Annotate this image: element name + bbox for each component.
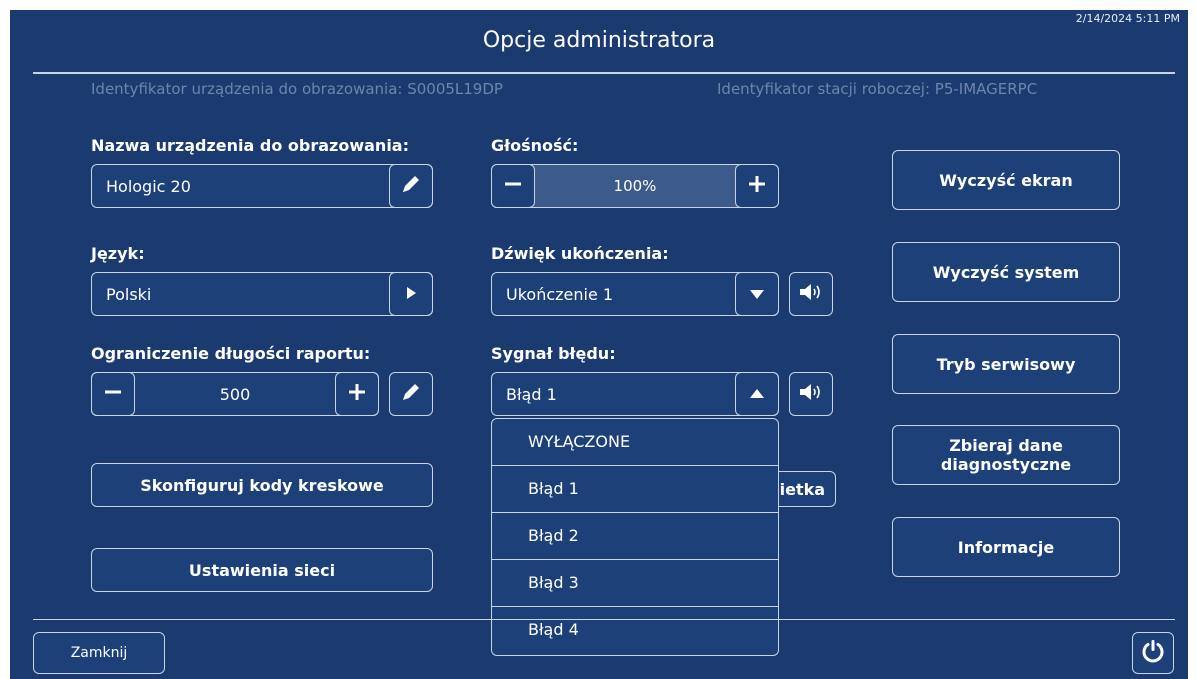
timestamp: 2/14/2024 5:11 PM xyxy=(1075,12,1180,25)
dropdown-option[interactable]: Błąd 2 xyxy=(492,513,778,560)
dropdown-option[interactable]: Błąd 1 xyxy=(492,466,778,513)
dropdown-option[interactable]: Błąd 3 xyxy=(492,560,778,607)
error-signal-dropdown-button[interactable] xyxy=(735,372,779,416)
completion-sound-value: Ukończenie 1 xyxy=(506,285,614,304)
error-signal-label: Sygnał błędu: xyxy=(491,344,616,363)
device-name-label: Nazwa urządzenia do obrazowania: xyxy=(91,136,409,155)
completion-sound-label: Dźwięk ukończenia: xyxy=(491,244,669,263)
pencil-icon xyxy=(400,173,422,199)
header-divider xyxy=(33,72,1175,74)
language-label: Język: xyxy=(91,244,145,263)
language-field[interactable]: Polski xyxy=(91,272,433,316)
triangle-up-icon xyxy=(749,385,765,404)
edit-device-name-button[interactable] xyxy=(389,164,433,208)
collect-diagnostics-button[interactable]: Zbieraj dane diagnostyczne xyxy=(892,425,1120,485)
error-signal-select[interactable]: Błąd 1 xyxy=(491,372,779,416)
pencil-icon xyxy=(400,381,422,407)
edit-report-limit-button[interactable] xyxy=(389,372,433,416)
dropdown-option[interactable]: WYŁĄCZONE xyxy=(492,419,778,466)
device-name-value: Hologic 20 xyxy=(106,177,191,196)
obscured-button-label: ietka xyxy=(779,479,825,499)
service-mode-button[interactable]: Tryb serwisowy xyxy=(892,334,1120,394)
admin-options-screen: 2/14/2024 5:11 PM Opcje administratora I… xyxy=(10,10,1188,679)
report-limit-increase-button[interactable] xyxy=(335,372,379,416)
language-next-button[interactable] xyxy=(389,272,433,316)
speaker-icon xyxy=(798,381,824,407)
play-error-signal-button[interactable] xyxy=(789,372,833,416)
information-button[interactable]: Informacje xyxy=(892,517,1120,577)
plus-icon xyxy=(347,382,367,406)
volume-label: Głośność: xyxy=(491,136,579,155)
triangle-right-icon xyxy=(404,285,418,304)
dropdown-option[interactable]: Błąd 4 xyxy=(492,607,778,654)
network-settings-button[interactable]: Ustawienia sieci xyxy=(91,548,433,592)
footer-divider xyxy=(33,619,1175,620)
triangle-down-icon xyxy=(749,285,765,304)
report-limit-stepper[interactable]: 500 xyxy=(91,372,379,416)
clear-screen-button[interactable]: Wyczyść ekran xyxy=(892,150,1120,210)
device-name-field[interactable]: Hologic 20 xyxy=(91,164,433,208)
error-signal-dropdown-list: WYŁĄCZONE Błąd 1 Błąd 2 Błąd 3 Błąd 4 xyxy=(491,418,779,656)
power-icon xyxy=(1140,638,1166,668)
close-button[interactable]: Zamknij xyxy=(33,632,165,674)
completion-sound-select[interactable]: Ukończenie 1 xyxy=(491,272,779,316)
report-limit-label: Ograniczenie długości raportu: xyxy=(91,344,371,363)
language-value: Polski xyxy=(106,285,152,304)
volume-stepper[interactable]: 100% xyxy=(491,164,779,208)
plus-icon xyxy=(747,174,767,198)
workstation-id-text: Identyfikator stacji roboczej: P5-IMAGER… xyxy=(717,80,1038,98)
configure-barcodes-button[interactable]: Skonfiguruj kody kreskowe xyxy=(91,463,433,507)
page-title: Opcje administratora xyxy=(482,28,716,53)
volume-increase-button[interactable] xyxy=(735,164,779,208)
device-id-text: Identyfikator urządzenia do obrazowania:… xyxy=(91,80,503,98)
error-signal-value: Błąd 1 xyxy=(506,385,557,404)
speaker-icon xyxy=(798,281,824,307)
completion-sound-dropdown-button[interactable] xyxy=(735,272,779,316)
play-completion-sound-button[interactable] xyxy=(789,272,833,316)
power-button[interactable] xyxy=(1132,632,1174,674)
clear-system-button[interactable]: Wyczyść system xyxy=(892,242,1120,302)
